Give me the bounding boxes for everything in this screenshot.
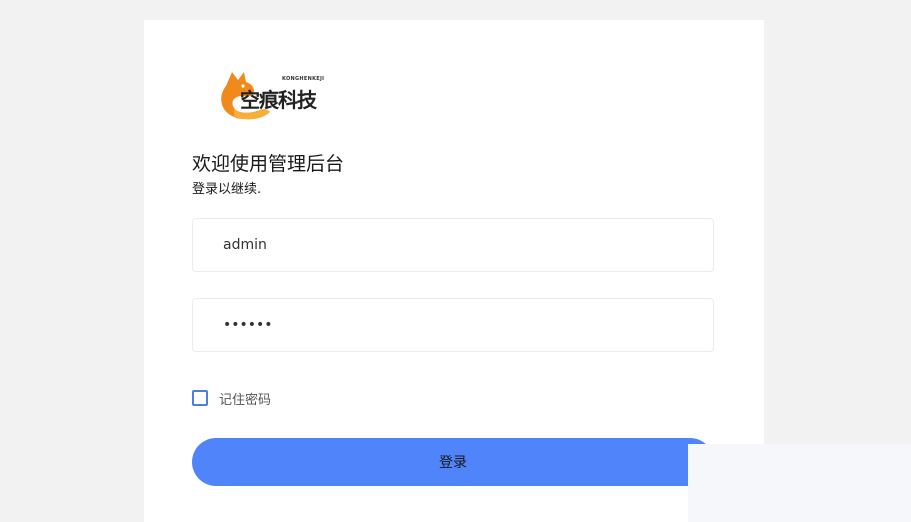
brand-name: 空痕科技 (240, 88, 317, 112)
password-input[interactable] (223, 299, 693, 351)
login-page: KONGHENKEJI 空痕科技 欢迎使用管理后台 登录以继续. 记住密码 登录 (0, 0, 911, 522)
login-button[interactable]: 登录 (192, 438, 714, 486)
brand-tagline: KONGHENKEJI (282, 76, 325, 82)
login-card: KONGHENKEJI 空痕科技 欢迎使用管理后台 登录以继续. 记住密码 登录 (144, 20, 764, 522)
username-field[interactable] (192, 218, 714, 272)
overlay-panel (688, 444, 911, 522)
remember-checkbox[interactable] (192, 390, 208, 406)
page-title: 欢迎使用管理后台 (192, 153, 345, 175)
username-input[interactable] (223, 219, 693, 271)
remember-label: 记住密码 (219, 392, 272, 408)
brand-logo: KONGHENKEJI 空痕科技 (216, 66, 324, 122)
page-subtitle: 登录以继续. (192, 182, 262, 197)
password-field[interactable] (192, 298, 714, 352)
remember-password[interactable]: 记住密码 (192, 388, 271, 408)
